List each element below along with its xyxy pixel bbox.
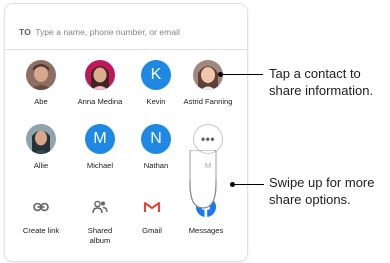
contact-astrid-fanning[interactable]: Astrid Fanning <box>179 60 237 120</box>
app-gmail[interactable]: Gmail <box>123 196 181 256</box>
contact-name: Abe <box>34 97 48 106</box>
contact-michael[interactable]: M Michael <box>71 124 129 184</box>
callout-contact-text: Tap a contact to share information. <box>269 66 374 98</box>
app-shared-album[interactable]: Shared album <box>71 196 129 256</box>
swipe-finger-icon <box>185 149 235 215</box>
to-label: TO <box>19 26 32 37</box>
contact-name: Astrid Fanning <box>183 97 233 106</box>
contact-name: Kevin <box>146 97 166 106</box>
app-label: Shared album <box>87 226 113 245</box>
recipient-placeholder: Type a name, phone number, or email <box>35 26 180 37</box>
app-label: Messages <box>188 226 224 235</box>
avatar <box>26 60 56 90</box>
callout-line-swipe <box>232 184 264 185</box>
contact-abe[interactable]: Abe <box>12 60 70 120</box>
contact-name: Allie <box>33 161 49 170</box>
app-label: Create link <box>22 226 60 235</box>
contact-name: Anna Medina <box>77 97 123 106</box>
avatar: N <box>141 124 171 154</box>
callout-dot-contact <box>218 72 223 77</box>
contact-allie[interactable]: Allie <box>12 124 70 184</box>
contact-nathan[interactable]: N Nathan <box>127 124 185 184</box>
avatar: K <box>141 60 171 90</box>
recipient-field[interactable]: TO Type a name, phone number, or email <box>5 14 247 50</box>
contact-name: Nathan <box>143 161 169 170</box>
gmail-icon <box>137 196 167 218</box>
link-icon <box>26 196 56 218</box>
avatar: M <box>85 124 115 154</box>
shared-album-icon <box>85 196 115 218</box>
share-sheet: TO Type a name, phone number, or email A… <box>5 4 247 261</box>
callout-swipe-text: Swipe up for more share options. <box>269 175 375 207</box>
callout-dot-swipe <box>230 182 235 187</box>
avatar <box>85 60 115 90</box>
contact-kevin[interactable]: K Kevin <box>127 60 185 120</box>
app-label: Gmail <box>142 226 162 235</box>
avatar <box>26 124 56 154</box>
callout-line-contact <box>220 74 263 75</box>
contact-anna-medina[interactable]: Anna Medina <box>71 60 129 120</box>
contact-name: Michael <box>86 161 114 170</box>
app-create-link[interactable]: Create link <box>12 196 70 256</box>
